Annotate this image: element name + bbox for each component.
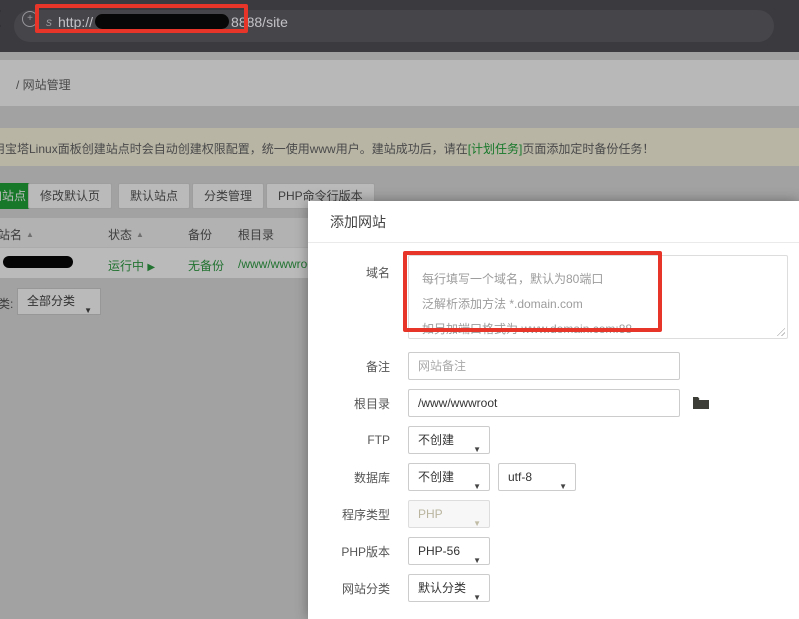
folder-icon[interactable] — [692, 396, 710, 410]
field-php-version: PHP版本 PHP-56▼ — [308, 537, 799, 565]
field-remark: 备注 — [308, 352, 799, 380]
remark-label: 备注 — [308, 358, 390, 375]
program-type-select: PHP▼ — [408, 500, 490, 528]
root-dir-label: 根目录 — [308, 395, 390, 412]
php-version-label: PHP版本 — [308, 543, 390, 560]
browser-left-icon[interactable]: ⟨ — [0, 8, 2, 29]
modal-title: 添加网站 — [308, 201, 799, 243]
annotation-box-url — [35, 4, 248, 33]
php-version-select[interactable]: PHP-56▼ — [408, 537, 490, 565]
domain-label: 域名 — [308, 255, 390, 281]
field-database: 数据库 不创建▼ utf-8▼ — [308, 463, 799, 491]
program-type-label: 程序类型 — [308, 506, 390, 523]
database-select[interactable]: 不创建▼ — [408, 463, 490, 491]
site-category-select[interactable]: 默认分类▼ — [408, 574, 490, 602]
annotation-box-domain — [403, 251, 662, 332]
chevron-down-icon: ▼ — [473, 437, 481, 463]
chevron-down-icon: ▼ — [559, 474, 567, 500]
root-dir-input[interactable] — [408, 389, 680, 417]
ftp-select[interactable]: 不创建▼ — [408, 426, 490, 454]
field-site-category: 网站分类 默认分类▼ — [308, 574, 799, 602]
field-program-type: 程序类型 PHP▼ — [308, 500, 799, 528]
chevron-down-icon: ▼ — [473, 474, 481, 500]
field-root-dir: 根目录 — [308, 389, 799, 417]
screen: ⟨ + s http://8888/site / 网站管理 用宝塔Linux面板… — [0, 0, 799, 619]
remark-input[interactable] — [408, 352, 680, 380]
field-ftp: FTP 不创建▼ — [308, 426, 799, 454]
site-category-label: 网站分类 — [308, 580, 390, 597]
charset-select[interactable]: utf-8▼ — [498, 463, 576, 491]
chevron-down-icon: ▼ — [473, 548, 481, 574]
chevron-down-icon: ▼ — [473, 585, 481, 611]
database-label: 数据库 — [308, 469, 390, 486]
chevron-down-icon: ▼ — [473, 511, 481, 537]
ftp-label: FTP — [308, 433, 390, 447]
